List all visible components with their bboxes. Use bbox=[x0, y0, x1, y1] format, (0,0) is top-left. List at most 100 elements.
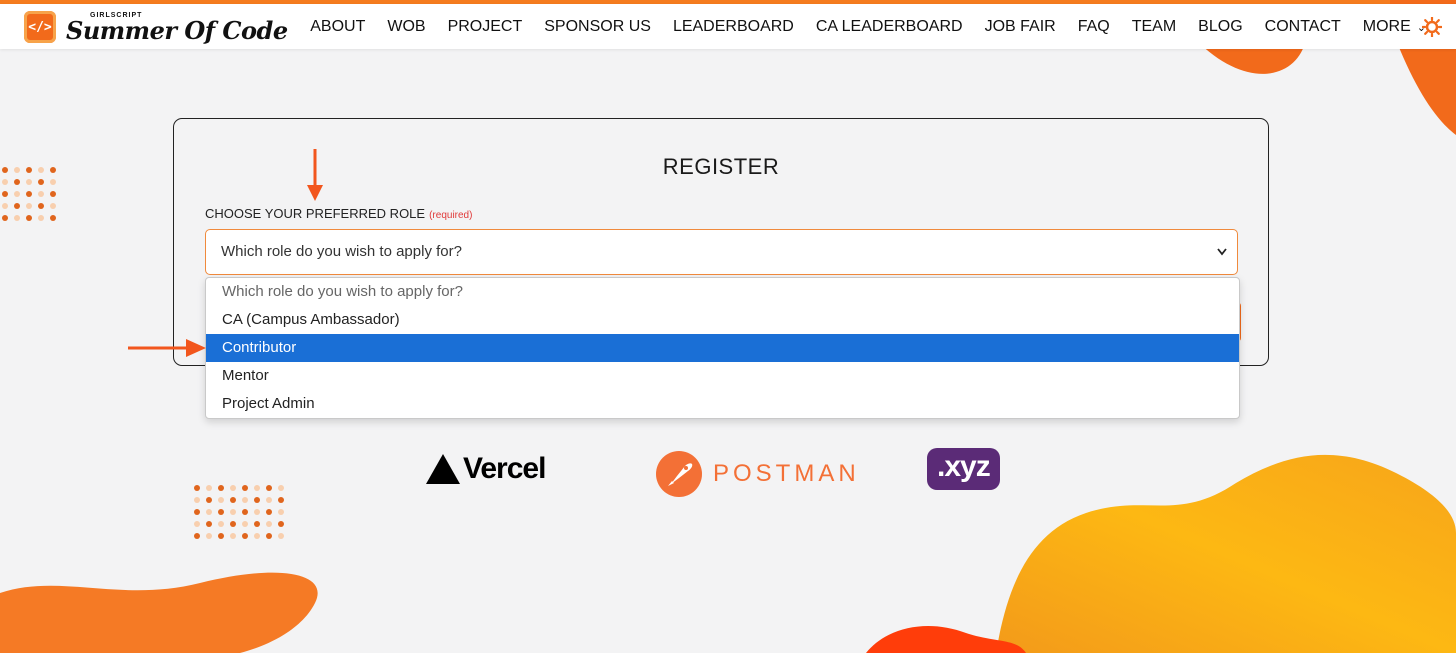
postman-text: POSTMAN bbox=[713, 460, 860, 487]
decor-dot bbox=[26, 191, 32, 197]
vercel-triangle-icon bbox=[426, 454, 460, 484]
decor-dot bbox=[194, 485, 200, 491]
decor-dot bbox=[218, 497, 224, 503]
decor-dot bbox=[218, 521, 224, 527]
decor-dot bbox=[266, 497, 272, 503]
decor-dot bbox=[230, 509, 236, 515]
decor-dot bbox=[2, 215, 8, 221]
decor-dot bbox=[278, 497, 284, 503]
nav-wob[interactable]: WOB bbox=[387, 18, 425, 36]
decor-dot bbox=[2, 167, 8, 173]
role-option-mentor[interactable]: Mentor bbox=[206, 362, 1239, 390]
role-select[interactable]: Which role do you wish to apply for? bbox=[205, 229, 1238, 275]
register-title: REGISTER bbox=[662, 154, 780, 179]
decor-dot bbox=[278, 485, 284, 491]
nav-team[interactable]: TEAM bbox=[1132, 18, 1176, 36]
decor-dot bbox=[254, 521, 260, 527]
nav-faq[interactable]: FAQ bbox=[1078, 18, 1110, 36]
decor-dot bbox=[230, 521, 236, 527]
decor-dot bbox=[278, 533, 284, 539]
decor-dot bbox=[242, 521, 248, 527]
decor-dot bbox=[194, 521, 200, 527]
decor-dot bbox=[278, 521, 284, 527]
role-option-placeholder[interactable]: Which role do you wish to apply for? bbox=[206, 278, 1239, 306]
decor-dot bbox=[242, 485, 248, 491]
decor-dot bbox=[38, 215, 44, 221]
decor-dot bbox=[38, 203, 44, 209]
decor-dot bbox=[230, 497, 236, 503]
decor-dot bbox=[254, 533, 260, 539]
sponsor-xyz[interactable]: .xyz bbox=[927, 448, 1000, 490]
decor-dot bbox=[242, 533, 248, 539]
decor-dot bbox=[266, 521, 272, 527]
decor-dot bbox=[218, 485, 224, 491]
nav-more[interactable]: MORE ⌄ bbox=[1363, 18, 1426, 36]
logo-name: Summer Of Code bbox=[66, 15, 288, 45]
sun-icon[interactable] bbox=[1422, 17, 1442, 37]
nav-project[interactable]: PROJECT bbox=[448, 18, 523, 36]
decor-dot bbox=[50, 167, 56, 173]
decor-dot bbox=[38, 191, 44, 197]
code-icon: </> bbox=[24, 11, 56, 43]
decor-dot bbox=[14, 179, 20, 185]
arrow-down-annotation bbox=[307, 149, 323, 201]
decor-dot bbox=[242, 497, 248, 503]
role-option-project-admin[interactable]: Project Admin bbox=[206, 390, 1239, 418]
nav-menu: ABOUT WOB PROJECT SPONSOR US LEADERBOARD… bbox=[310, 4, 1426, 49]
decor-dot bbox=[50, 215, 56, 221]
dots-bottom-pattern bbox=[194, 485, 284, 539]
decor-dot bbox=[218, 533, 224, 539]
navbar: </> GIRLSCRIPT Summer Of Code ABOUT WOB … bbox=[0, 4, 1456, 49]
nav-sponsor-us[interactable]: SPONSOR US bbox=[544, 18, 651, 36]
decor-dot bbox=[206, 509, 212, 515]
decor-dot bbox=[2, 191, 8, 197]
decor-dot bbox=[230, 485, 236, 491]
decor-dot bbox=[2, 203, 8, 209]
decor-dot bbox=[266, 509, 272, 515]
decor-dot bbox=[206, 533, 212, 539]
role-select-value: Which role do you wish to apply for? bbox=[221, 243, 462, 260]
nav-contact[interactable]: CONTACT bbox=[1265, 18, 1341, 36]
role-dropdown-list: Which role do you wish to apply for? CA … bbox=[205, 277, 1240, 419]
sponsor-postman[interactable]: POSTMAN bbox=[655, 450, 860, 498]
nav-ca-leaderboard[interactable]: CA LEADERBOARD bbox=[816, 18, 963, 36]
decor-dot bbox=[206, 521, 212, 527]
decor-dot bbox=[14, 167, 20, 173]
required-tag: (required) bbox=[429, 210, 473, 221]
decor-dot bbox=[254, 509, 260, 515]
decor-dot bbox=[206, 485, 212, 491]
decor-dot bbox=[266, 533, 272, 539]
decor-dot bbox=[14, 191, 20, 197]
decor-dot bbox=[194, 533, 200, 539]
nav-about[interactable]: ABOUT bbox=[310, 18, 365, 36]
sponsor-vercel[interactable]: Vercel bbox=[425, 452, 546, 486]
decor-dot bbox=[206, 497, 212, 503]
decor-dot bbox=[230, 533, 236, 539]
logo[interactable]: </> GIRLSCRIPT Summer Of Code bbox=[24, 9, 288, 45]
logo-text: GIRLSCRIPT Summer Of Code bbox=[66, 12, 288, 43]
decor-dot bbox=[26, 215, 32, 221]
role-label: CHOOSE YOUR PREFERRED ROLE (required) bbox=[205, 206, 472, 221]
nav-job-fair[interactable]: JOB FAIR bbox=[985, 18, 1056, 36]
dots-left-pattern bbox=[2, 167, 56, 221]
nav-blog[interactable]: BLOG bbox=[1198, 18, 1242, 36]
decor-dot bbox=[14, 215, 20, 221]
decor-dot bbox=[38, 179, 44, 185]
arrow-right-annotation bbox=[128, 339, 206, 357]
decor-dot bbox=[50, 203, 56, 209]
decor-dot bbox=[218, 509, 224, 515]
decor-dot bbox=[26, 179, 32, 185]
decor-dot bbox=[266, 485, 272, 491]
decor-dot bbox=[50, 179, 56, 185]
role-option-contributor[interactable]: Contributor bbox=[206, 334, 1239, 362]
vercel-text: Vercel bbox=[463, 452, 546, 485]
decor-dot bbox=[278, 509, 284, 515]
nav-leaderboard[interactable]: LEADERBOARD bbox=[673, 18, 794, 36]
decor-dot bbox=[254, 485, 260, 491]
nav-more-label: MORE bbox=[1362, 17, 1411, 35]
decor-dot bbox=[38, 167, 44, 173]
decor-dot bbox=[254, 497, 260, 503]
decor-dot bbox=[194, 497, 200, 503]
role-option-ca[interactable]: CA (Campus Ambassador) bbox=[206, 306, 1239, 334]
bottom-left-blob bbox=[0, 572, 318, 653]
